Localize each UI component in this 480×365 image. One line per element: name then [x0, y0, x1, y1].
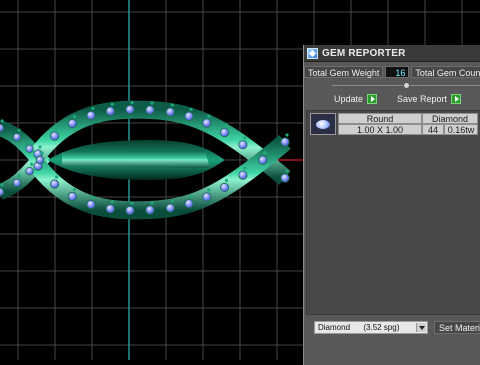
gem-stone	[219, 182, 230, 192]
prong	[170, 199, 174, 203]
prong	[55, 175, 59, 179]
size-slider[interactable]	[332, 82, 480, 89]
round-gem-icon	[316, 120, 330, 129]
prong	[91, 106, 95, 111]
update-label: Update	[334, 94, 364, 104]
shank-highlight	[62, 150, 210, 168]
gem-size: 1.00 X 1.00	[338, 124, 422, 135]
prong	[285, 169, 289, 173]
update-button[interactable]: Update	[330, 93, 381, 105]
gem-stone	[0, 187, 5, 197]
prong	[91, 195, 95, 200]
gem-stone	[49, 131, 60, 141]
prong	[224, 124, 229, 128]
prong	[150, 101, 154, 105]
gem-material: Diamond	[422, 113, 478, 124]
save-report-label: Save Report	[397, 94, 448, 104]
prong	[110, 102, 114, 106]
prong	[243, 136, 247, 140]
gem-stone	[145, 105, 155, 115]
prong	[17, 128, 21, 132]
prong	[130, 101, 134, 105]
totals-row: Total Gem Weight 16 Total Gem Coun	[304, 65, 480, 78]
prong	[130, 201, 134, 205]
gem-thumbnail	[310, 113, 336, 135]
gem-weight: 0.16tw	[444, 124, 478, 135]
gem-stone	[67, 118, 78, 129]
prong	[170, 103, 174, 107]
prong	[30, 140, 34, 144]
save-report-button[interactable]: Save Report	[393, 93, 465, 105]
gem-stone	[12, 178, 22, 187]
gem-stone	[86, 110, 96, 121]
gem-stone	[238, 140, 248, 150]
gem-stone	[184, 111, 194, 121]
material-row: Diamond (3.52 spg) Set Materia	[314, 321, 480, 334]
gem-reporter-panel: GEM REPORTER Total Gem Weight 16 Total G…	[303, 45, 480, 365]
gem-stone	[25, 166, 34, 176]
prong	[285, 133, 289, 137]
play-icon[interactable]	[451, 94, 462, 104]
prong	[17, 174, 21, 178]
ring-model[interactable]	[0, 100, 291, 220]
prong	[30, 162, 34, 166]
gem-stone	[238, 170, 248, 180]
prong	[207, 188, 211, 192]
gem-stone	[12, 132, 22, 142]
gem-stone	[125, 205, 135, 215]
slider-thumb[interactable]	[403, 82, 410, 89]
prong	[40, 151, 44, 155]
list-item[interactable]: Round Diamond 1.00 X 1.00 44 0.16tw	[310, 113, 478, 137]
gem-list[interactable]: Round Diamond 1.00 X 1.00 44 0.16tw	[306, 110, 480, 315]
gem-stone	[0, 123, 5, 133]
set-material-button[interactable]: Set Materia	[434, 321, 480, 334]
gem-stone	[219, 128, 230, 138]
prong	[72, 114, 76, 119]
material-select-value: Diamond (3.52 spg)	[318, 323, 400, 332]
prong	[243, 166, 247, 170]
prong	[110, 200, 114, 204]
gem-stone	[105, 204, 115, 214]
gem-stone	[49, 179, 60, 189]
prong	[55, 127, 59, 131]
gem-shape: Round	[338, 113, 422, 124]
prong	[0, 183, 4, 187]
gem-stone	[202, 118, 212, 128]
action-row: Update Save Report	[330, 92, 465, 106]
total-weight-label: Total Gem Weight	[304, 65, 384, 78]
panel-titlebar[interactable]: GEM REPORTER	[304, 45, 480, 62]
material-select[interactable]: Diamond (3.52 spg)	[314, 321, 428, 334]
gem-stone	[202, 192, 212, 202]
prong	[189, 107, 193, 111]
prong	[38, 145, 42, 149]
gem-stone	[25, 144, 34, 153]
prong	[72, 187, 76, 192]
gem-stone	[86, 199, 96, 210]
gem-stone	[165, 107, 175, 117]
gem-stone	[165, 203, 175, 213]
gem-stone	[35, 155, 45, 165]
gem-stone	[184, 199, 194, 209]
gem-stone	[280, 137, 290, 147]
total-count-label: Total Gem Coun	[411, 65, 480, 78]
prong	[0, 119, 4, 123]
gem-stone	[125, 105, 135, 115]
total-weight-value[interactable]: 16	[385, 65, 410, 78]
play-icon[interactable]	[367, 94, 378, 104]
prong	[263, 151, 267, 155]
gem-stone	[145, 205, 155, 215]
prong	[189, 195, 193, 199]
gem-reporter-icon	[307, 47, 318, 59]
gem-stone	[258, 155, 268, 165]
gem-stone	[280, 173, 290, 183]
prong	[207, 114, 211, 118]
gem-stone	[105, 106, 115, 116]
gem-count: 44	[422, 124, 444, 135]
chevron-down-icon[interactable]	[416, 323, 426, 332]
gem-stone	[67, 191, 78, 202]
panel-title: GEM REPORTER	[322, 47, 406, 59]
prong	[150, 201, 154, 205]
prong	[224, 178, 229, 182]
